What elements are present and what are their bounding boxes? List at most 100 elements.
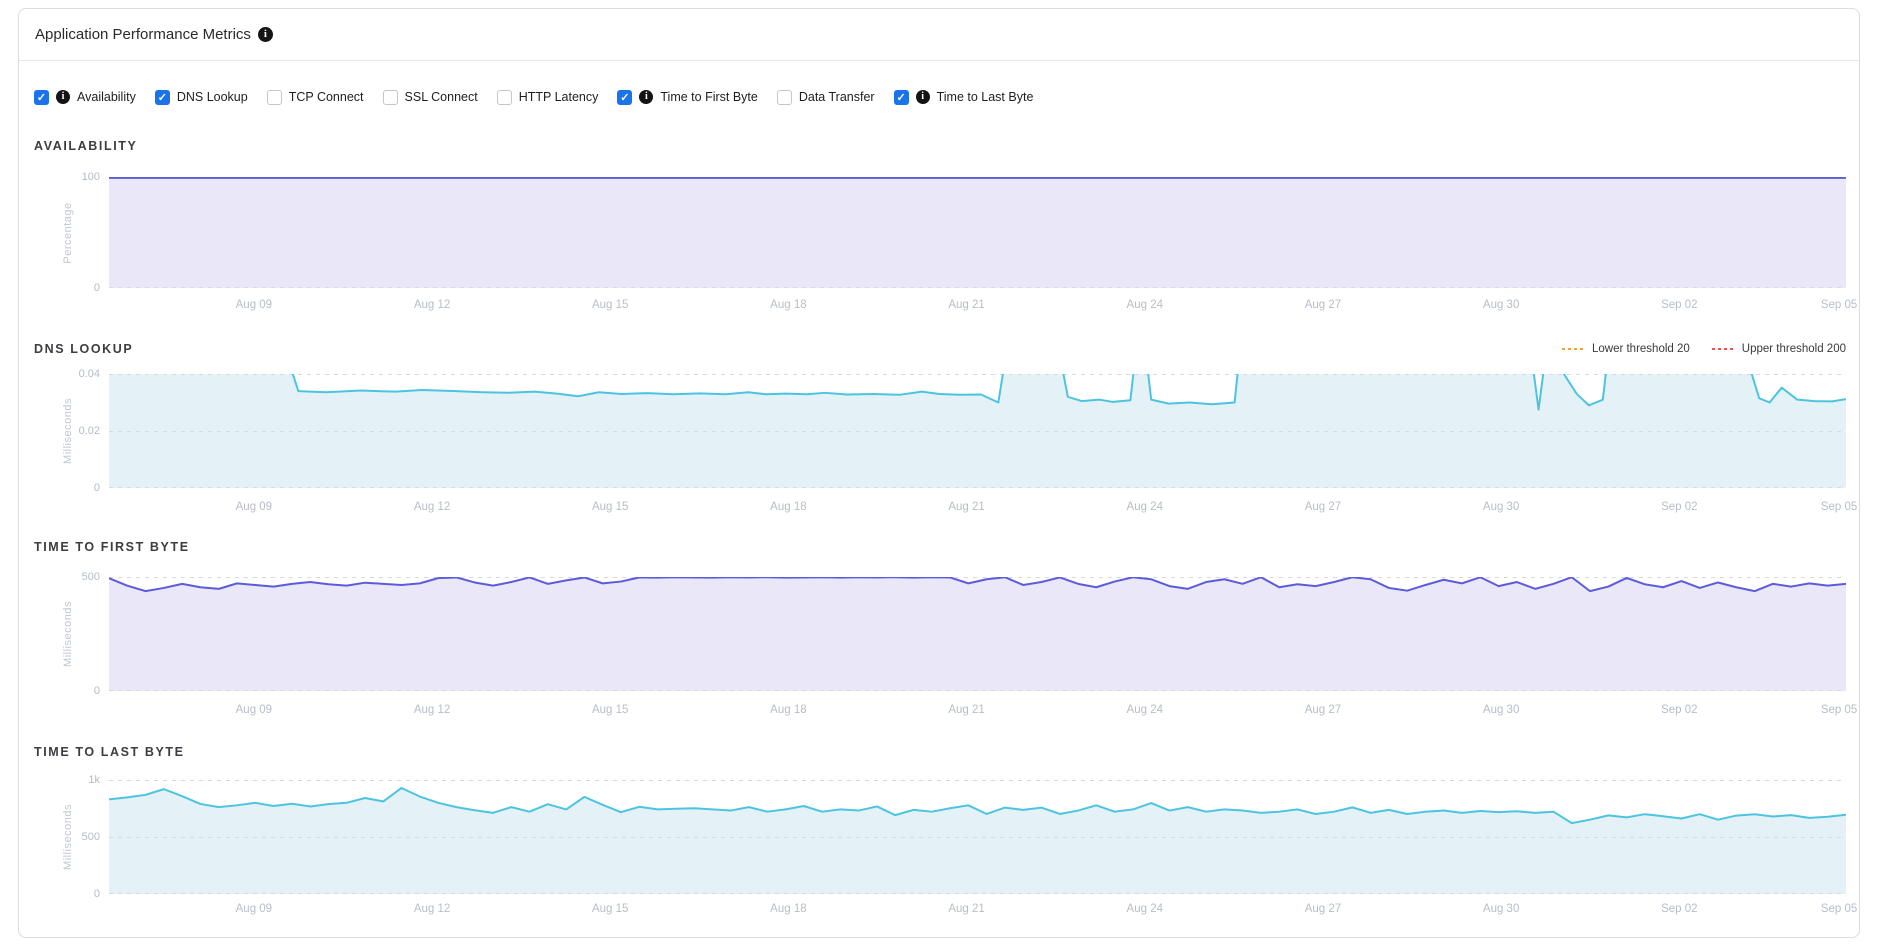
info-icon[interactable]: i: [258, 27, 273, 42]
y-axis-label: Milliseconds: [62, 804, 74, 870]
filter-label: Data Transfer: [799, 90, 875, 104]
x-tick-label: Aug 18: [770, 299, 806, 311]
x-tick-label: Aug 24: [1127, 903, 1163, 915]
y-tick-label: 1k: [88, 774, 100, 786]
plot-area-time-to-last-byte[interactable]: [109, 780, 1846, 894]
x-tick-label: Aug 30: [1483, 704, 1519, 716]
checkbox-unchecked-icon[interactable]: [497, 90, 512, 105]
x-tick-label: Aug 09: [236, 299, 272, 311]
card-header: Application Performance Metrics i: [19, 9, 1859, 61]
legend-item-upper-threshold-200[interactable]: Upper threshold 200: [1712, 343, 1846, 355]
x-tick-label: Aug 21: [948, 501, 984, 513]
x-tick-label: Aug 12: [414, 501, 450, 513]
x-tick-label: Aug 27: [1305, 501, 1341, 513]
y-axis: Milliseconds1k5000: [34, 780, 109, 894]
x-tick-label: Aug 30: [1483, 501, 1519, 513]
filter-label: Time to First Byte: [660, 90, 757, 104]
apm-card: Application Performance Metrics i ✓ i Avai…: [18, 8, 1860, 938]
y-axis-label: Percentage: [62, 202, 74, 263]
checkbox-unchecked-icon[interactable]: [383, 90, 398, 105]
y-tick-label: 500: [82, 571, 100, 583]
chart-section-availability: AVAILABILITYPercentage1000Aug 09Aug 12Au…: [19, 138, 1859, 313]
filter-label: Availability: [77, 90, 136, 104]
series-line-time-to-first-byte: [109, 577, 1846, 691]
x-tick-label: Aug 24: [1127, 299, 1163, 311]
x-tick-label: Aug 15: [592, 501, 628, 513]
checkbox-checked-icon[interactable]: ✓: [155, 90, 170, 105]
legend-label: Upper threshold 200: [1742, 343, 1846, 355]
x-tick-label: Sep 02: [1661, 299, 1697, 311]
plot-area-time-to-first-byte[interactable]: [109, 577, 1846, 691]
x-axis-labels: Aug 09Aug 12Aug 15Aug 18Aug 21Aug 24Aug …: [109, 704, 1846, 718]
x-tick-label: Aug 09: [236, 501, 272, 513]
x-tick-label: Sep 05: [1821, 704, 1857, 716]
info-icon[interactable]: i: [639, 90, 653, 104]
x-tick-label: Aug 30: [1483, 299, 1519, 311]
filter-checkbox-tcp-connect[interactable]: TCP Connect: [267, 90, 364, 105]
filter-checkbox-ssl-connect[interactable]: SSL Connect: [383, 90, 478, 105]
info-icon[interactable]: i: [56, 90, 70, 104]
chart-title-time-to-first-byte: TIME TO FIRST BYTE: [34, 540, 190, 554]
chart-title-time-to-last-byte: TIME TO LAST BYTE: [34, 745, 185, 759]
filter-label: Time to Last Byte: [937, 90, 1034, 104]
plot-area-availability[interactable]: [109, 177, 1846, 288]
page-title: Application Performance Metrics: [35, 26, 251, 43]
x-tick-label: Sep 02: [1661, 501, 1697, 513]
x-tick-label: Aug 24: [1127, 501, 1163, 513]
chart-section-head: DNS LOOKUPLower threshold 20Upper thresh…: [34, 341, 1846, 357]
x-tick-label: Aug 09: [236, 903, 272, 915]
chart-title-availability: AVAILABILITY: [34, 139, 137, 153]
filter-checkbox-data-transfer[interactable]: Data Transfer: [777, 90, 875, 105]
chart-section-time-to-first-byte: TIME TO FIRST BYTEMilliseconds5000Aug 09…: [19, 539, 1859, 718]
x-tick-label: Aug 30: [1483, 903, 1519, 915]
series-line-time-to-last-byte: [109, 780, 1846, 894]
series-line-availability: [109, 177, 1846, 288]
x-tick-label: Aug 09: [236, 704, 272, 716]
plot-area-dns-lookup[interactable]: [109, 374, 1846, 488]
x-tick-label: Sep 02: [1661, 903, 1697, 915]
filter-checkbox-dns-lookup[interactable]: ✓DNS Lookup: [155, 90, 248, 105]
checkbox-unchecked-icon[interactable]: [267, 90, 282, 105]
checkbox-checked-icon[interactable]: ✓: [34, 90, 49, 105]
y-axis: Milliseconds0.040.020: [34, 374, 109, 488]
x-tick-label: Aug 21: [948, 903, 984, 915]
legend-item-lower-threshold-20[interactable]: Lower threshold 20: [1562, 343, 1690, 355]
chart-section-time-to-last-byte: TIME TO LAST BYTE Milliseconds1k5000 Aug 0…: [19, 744, 1859, 917]
chart-section-dns-lookup: DNS LOOKUPLower threshold 20Upper thresh…: [19, 341, 1859, 515]
x-tick-label: Aug 18: [770, 501, 806, 513]
filter-label: HTTP Latency: [519, 90, 599, 104]
y-tick-label: 0: [94, 685, 100, 697]
x-tick-label: Sep 05: [1821, 299, 1857, 311]
x-axis-labels: Aug 09 Aug 12 Aug 15 Aug 18 Aug 21 Aug 24 Aug …: [109, 501, 1846, 515]
y-axis-label: Milliseconds: [62, 601, 74, 667]
y-tick-label: 0: [94, 482, 100, 494]
x-tick-label: Aug 12: [414, 704, 450, 716]
filter-label: TCP Connect: [289, 90, 364, 104]
filter-checkbox-http-latency[interactable]: HTTP Latency: [497, 90, 599, 105]
legend-dash-swatch: [1712, 348, 1734, 350]
x-tick-label: Aug 27: [1305, 903, 1341, 915]
charts-container: AVAILABILITYPercentage1000Aug 09Aug 12Au…: [19, 138, 1859, 917]
y-tick-label: 0: [94, 888, 100, 900]
x-tick-label: Aug 18: [770, 903, 806, 915]
threshold-legend: Lower threshold 20 Upper threshold 200: [1562, 343, 1846, 355]
legend-label: Lower threshold 20: [1592, 343, 1690, 355]
checkbox-checked-icon[interactable]: ✓: [894, 90, 909, 105]
filter-checkbox-time-to-first-byte[interactable]: ✓ i Time to First Byte: [617, 90, 757, 105]
filter-label: SSL Connect: [405, 90, 478, 104]
filter-checkbox-time-to-last-byte[interactable]: ✓ i Time to Last Byte: [894, 90, 1034, 105]
y-axis-label: Milliseconds: [62, 398, 74, 464]
x-tick-label: Aug 12: [414, 903, 450, 915]
chart-section-head: TIME TO FIRST BYTE: [34, 539, 1846, 555]
x-tick-label: Aug 24: [1127, 704, 1163, 716]
y-axis: Milliseconds5000: [34, 577, 109, 691]
x-tick-label: Aug 12: [414, 299, 450, 311]
x-tick-label: Aug 27: [1305, 704, 1341, 716]
y-tick-label: 0.04: [79, 368, 100, 380]
metric-filters: ✓ i Availability ✓DNS Lookup TCP Connect SSL …: [34, 87, 1859, 107]
checkbox-checked-icon[interactable]: ✓: [617, 90, 632, 105]
checkbox-unchecked-icon[interactable]: [777, 90, 792, 105]
filter-checkbox-availability[interactable]: ✓ i Availability: [34, 90, 136, 105]
x-tick-label: Sep 02: [1661, 704, 1697, 716]
info-icon[interactable]: i: [916, 90, 930, 104]
